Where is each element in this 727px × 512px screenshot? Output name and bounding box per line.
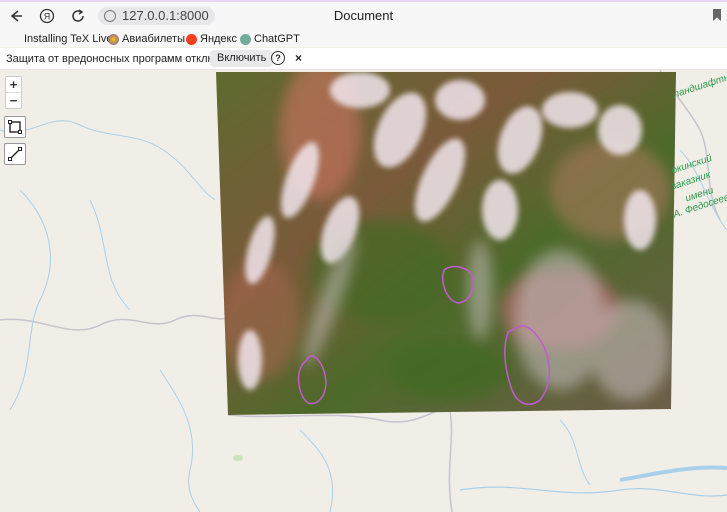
zoom-out-button[interactable]: − <box>6 92 21 108</box>
bookmark-label: Installing TeX Live <box>24 33 113 45</box>
infobar-message: Защита от вредоносных программ отключена <box>6 53 240 65</box>
satellite-image <box>216 72 676 415</box>
toolbar-accent <box>0 0 727 2</box>
zoom-in-button[interactable]: + <box>6 77 21 92</box>
aviabilety-icon <box>108 33 119 45</box>
help-icon[interactable]: ? <box>271 51 285 65</box>
bookmark-chatgpt[interactable]: ChatGPT <box>240 33 300 45</box>
draw-rectangle-button[interactable] <box>4 116 26 138</box>
close-infobar-button[interactable]: × <box>295 51 302 65</box>
bookmark-yandex[interactable]: Яндекс <box>186 33 237 45</box>
basemap <box>0 70 727 512</box>
bookmark-label: Авиабилеты <box>122 33 186 45</box>
polyline-icon <box>8 147 22 161</box>
zoom-control: + − <box>5 76 22 109</box>
yandex-icon <box>186 33 197 45</box>
enable-protection-button[interactable]: Включить <box>210 50 274 67</box>
chatgpt-icon <box>240 33 251 45</box>
bookmark-label: ChatGPT <box>254 33 300 45</box>
map-view[interactable]: ландшафтный окинский заказник имени А. Ф… <box>0 70 727 512</box>
draw-line-button[interactable] <box>4 143 26 165</box>
bookmark-aviabilety[interactable]: Авиабилеты <box>108 33 185 45</box>
bookmark-label: Яндекс <box>200 33 237 45</box>
bookmark-tex-live[interactable]: Installing TeX Live <box>24 33 112 45</box>
bookmarks-bar: Installing TeX Live Авиабилеты Яндекс Ch… <box>0 32 727 47</box>
page-title: Document <box>333 8 394 23</box>
security-infobar: Защита от вредоносных программ отключена… <box>0 48 727 70</box>
rectangle-icon <box>8 120 22 134</box>
browser-toolbar: Я 127.0.0.1:8000 Document <box>0 0 727 33</box>
